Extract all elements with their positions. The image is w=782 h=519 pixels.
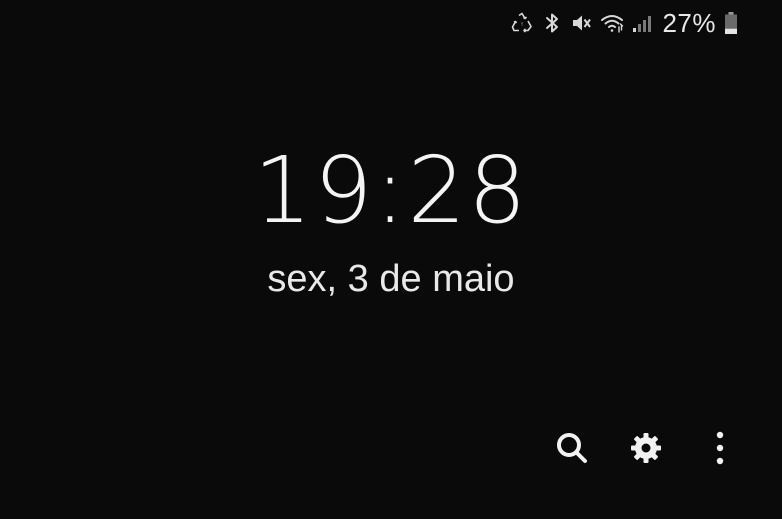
search-button[interactable]	[550, 428, 594, 472]
mute-icon	[570, 11, 594, 35]
action-bar	[550, 428, 742, 472]
more-vertical-icon	[710, 430, 730, 470]
recycle-icon: !	[510, 11, 534, 35]
clock-time: 19:28	[253, 137, 529, 244]
lock-screen: ! 27% 19:28 sex, 3 de maio	[0, 0, 782, 519]
wifi-icon	[600, 11, 624, 35]
settings-button[interactable]	[624, 428, 668, 472]
more-options-button[interactable]	[698, 428, 742, 472]
search-icon	[554, 430, 590, 470]
svg-text:!: !	[521, 22, 523, 28]
gear-icon	[628, 430, 664, 470]
signal-icon	[630, 11, 654, 35]
battery-icon	[724, 11, 738, 35]
status-bar: ! 27%	[510, 8, 738, 38]
battery-percent: 27%	[662, 7, 716, 38]
clock-date: sex, 3 de maio	[267, 258, 515, 300]
bluetooth-icon	[540, 11, 564, 35]
